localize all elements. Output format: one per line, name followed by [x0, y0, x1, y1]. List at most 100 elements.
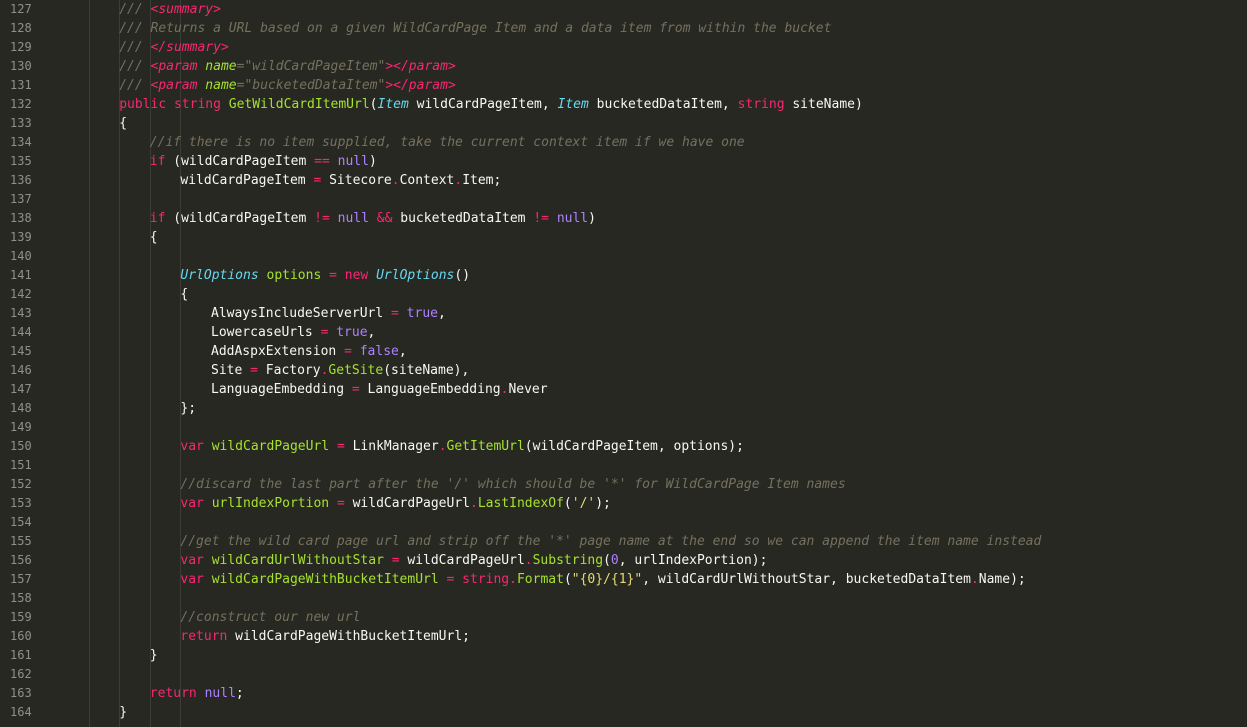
code-token: /// [119, 40, 151, 55]
code-line[interactable]: var wildCardPageUrl = LinkManager.GetIte… [180, 437, 1247, 456]
code-line[interactable]: return null; [150, 684, 1247, 703]
code-token: new [344, 268, 369, 283]
code-token: null [337, 154, 369, 169]
code-line[interactable]: LanguageEmbedding = LanguageEmbedding.Ne… [211, 380, 1247, 399]
code-token: wildCardPageUrl [399, 553, 525, 568]
code-token: LanguageEmbedding [211, 382, 352, 397]
code-token: var [180, 439, 204, 454]
line-number: 148 [10, 401, 32, 415]
code-token: '/' [571, 496, 596, 511]
code-token: //construct our new url [180, 610, 361, 625]
code-line[interactable]: { [119, 114, 1247, 133]
code-line[interactable]: var wildCardPageWithBucketItemUrl = stri… [180, 570, 1247, 589]
code-token: /// Returns a URL based on a given WildC… [119, 21, 832, 36]
code-token: //get the wild card page url and strip o… [180, 534, 1042, 549]
code-token: null [204, 686, 236, 701]
code-line[interactable]: //discard the last part after the '/' wh… [180, 475, 1247, 494]
code-token: urlIndexPortion [211, 496, 330, 511]
code-token: null [556, 211, 589, 226]
code-token: return [149, 686, 197, 701]
code-line[interactable] [58, 247, 1247, 266]
line-number: 137 [10, 192, 32, 206]
code-token: UrlOptions [376, 268, 455, 283]
line-number: 153 [10, 496, 32, 510]
code-token: = [250, 363, 258, 378]
code-line[interactable]: } [150, 646, 1247, 665]
code-token: LanguageEmbedding [359, 382, 501, 397]
code-token: var [180, 572, 204, 587]
code-line[interactable]: /// <param name="bucketedDataItem"></par… [119, 76, 1247, 95]
code-token: , [437, 306, 446, 321]
code-line[interactable]: UrlOptions options = new UrlOptions() [180, 266, 1247, 285]
code-line[interactable]: { [150, 228, 1247, 247]
code-token: Substring [532, 553, 604, 568]
line-number: 163 [10, 686, 32, 700]
code-token: var [180, 553, 204, 568]
code-line[interactable] [58, 589, 1247, 608]
code-token: , urlIndexPortion); [618, 553, 768, 568]
code-token: () [454, 268, 471, 283]
code-token: . [391, 173, 400, 188]
code-line[interactable] [58, 190, 1247, 209]
code-token: = [344, 344, 352, 359]
code-line[interactable]: if (wildCardPageItem == null) [150, 152, 1247, 171]
code-line[interactable]: wildCardPageItem = Sitecore.Context.Item… [180, 171, 1247, 190]
line-number: 133 [10, 116, 32, 130]
line-number: 130 [10, 59, 32, 73]
code-line[interactable]: public string GetWildCardItemUrl(Item wi… [119, 95, 1247, 114]
code-editor[interactable]: 127 /// <summary> 128 /// Returns a URL bas… [0, 0, 1247, 727]
code-token: UrlOptions [180, 268, 259, 283]
code-line[interactable]: if (wildCardPageItem != null && bucketed… [150, 209, 1247, 228]
code-line[interactable] [58, 418, 1247, 437]
code-token: string [462, 572, 510, 587]
code-line[interactable]: return wildCardPageWithBucketItemUrl; [180, 627, 1247, 646]
code-line[interactable]: /// Returns a URL based on a given WildC… [119, 19, 1247, 38]
code-token: ); [595, 496, 611, 511]
code-token: bucketedDataItem, [588, 97, 738, 112]
code-token: siteName) [784, 97, 863, 112]
code-token: options [266, 268, 322, 283]
code-line[interactable]: var urlIndexPortion = wildCardPageUrl.La… [180, 494, 1247, 513]
code-token: Item [377, 97, 409, 112]
code-line[interactable]: AddAspxExtension = false, [211, 342, 1247, 361]
line-number: 149 [10, 420, 32, 434]
code-token: 0 [610, 553, 619, 568]
code-line[interactable] [58, 513, 1247, 532]
code-line[interactable]: /// </summary> [119, 38, 1247, 57]
code-line[interactable]: } [119, 703, 1247, 722]
code-token: { [180, 287, 189, 302]
code-token: LinkManager [344, 439, 439, 454]
code-line[interactable]: var wildCardUrlWithoutStar = wildCardPag… [180, 551, 1247, 570]
code-token: "bucketedDataItem" [244, 78, 386, 93]
code-token: AlwaysIncludeServerUrl [211, 306, 392, 321]
code-line[interactable]: /// <summary> [119, 0, 1247, 19]
line-number: 159 [10, 610, 32, 624]
code-line[interactable] [58, 665, 1247, 684]
code-token: = [351, 382, 360, 397]
code-line[interactable]: //construct our new url [180, 608, 1247, 627]
code-line[interactable]: AlwaysIncludeServerUrl = true, [211, 304, 1247, 323]
code-token: return [180, 629, 228, 644]
code-line[interactable]: //get the wild card page url and strip o… [180, 532, 1247, 551]
line-number: 144 [10, 325, 32, 339]
line-number: 154 [10, 515, 32, 529]
code-line[interactable]: //if there is no item supplied, take the… [150, 133, 1247, 152]
code-token: }; [180, 401, 197, 416]
code-line[interactable]: { [180, 285, 1247, 304]
code-line[interactable] [58, 456, 1247, 475]
line-number: 157 [10, 572, 32, 586]
code-token: wildCardPageUrl [344, 496, 470, 511]
code-token: (wildCardPageItem, options); [524, 439, 744, 454]
code-line[interactable]: /// <param name="wildCardPageItem"></par… [119, 57, 1247, 76]
code-token: = [336, 439, 345, 454]
code-token: = [391, 306, 399, 321]
code-line[interactable]: }; [180, 399, 1247, 418]
code-line[interactable]: LowercaseUrls = true, [211, 323, 1247, 342]
code-token: (wildCardPageItem [165, 154, 315, 169]
code-line[interactable]: Site = Factory.GetSite(siteName), [211, 361, 1247, 380]
